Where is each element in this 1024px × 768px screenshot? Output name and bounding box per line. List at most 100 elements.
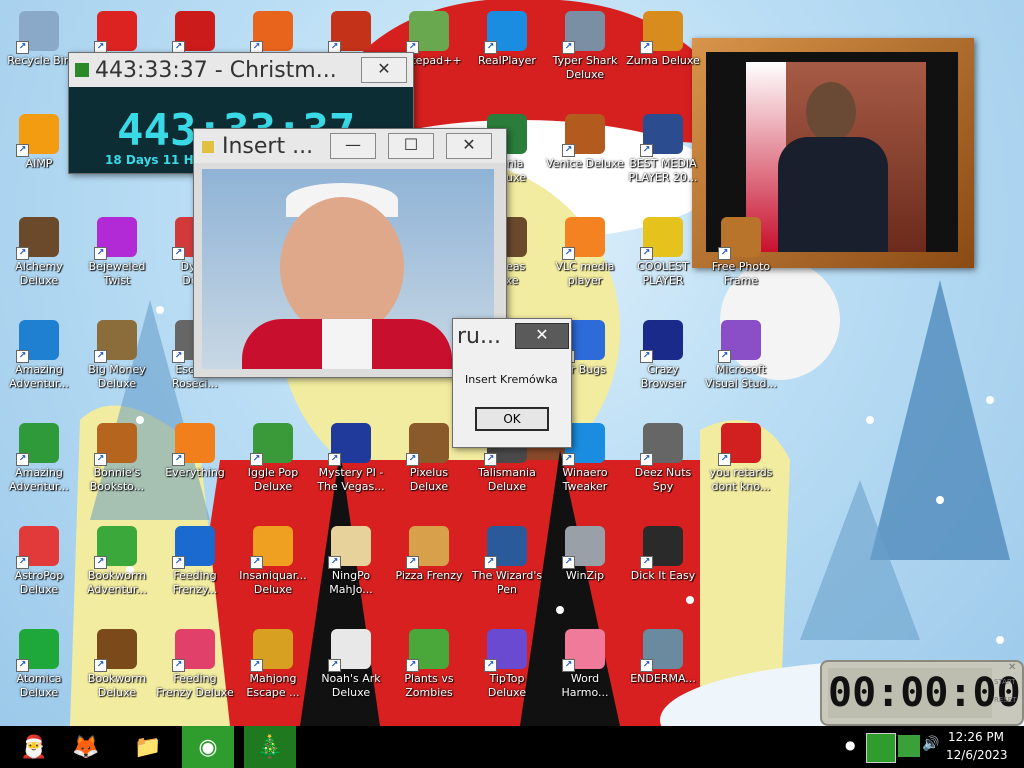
- red-creature-icon: ↗: [172, 11, 215, 54]
- desktop-icon-label: Alchemy Deluxe: [15, 260, 63, 287]
- insert-close-button[interactable]: ✕: [446, 133, 492, 159]
- desktop-icon[interactable]: ↗ Dick It Easy: [624, 520, 702, 618]
- shortcut-arrow-icon: ↗: [562, 247, 575, 260]
- desktop-icon[interactable]: ↗ The Wizard's Pen: [468, 520, 546, 618]
- shortcut-arrow-icon: ↗: [16, 350, 29, 363]
- desktop-icon[interactable]: ↗ Typer Shark Deluxe: [546, 5, 624, 103]
- desktop-icon[interactable]: ↗ Alchemy Deluxe: [0, 211, 78, 309]
- ok-button[interactable]: OK: [475, 407, 549, 431]
- message-title-bar[interactable]: ru... ✕: [453, 319, 571, 353]
- desktop-icon[interactable]: ↗ Word Harmo...: [546, 623, 624, 721]
- desktop-icon[interactable]: ↗ Everything: [156, 417, 234, 515]
- desktop-icon[interactable]: ↗ Venice Deluxe: [546, 108, 624, 206]
- taskbar-firefox-icon[interactable]: 🦊: [60, 726, 112, 768]
- desktop-icon[interactable]: ↗ Atomica Deluxe: [0, 623, 78, 721]
- desktop-icon[interactable]: ↗ Deez Nuts Spy: [624, 417, 702, 515]
- desktop-icon-label: Talismania Deluxe: [478, 466, 536, 493]
- shortcut-arrow-icon: ↗: [16, 247, 29, 260]
- bookworm-adventures-icon: ↗: [94, 526, 137, 569]
- tray-show-desktop-dot[interactable]: ●: [845, 738, 855, 752]
- desktop-icon[interactable]: ↗ Mahjong Escape ...: [234, 623, 312, 721]
- tray-security-icon[interactable]: [866, 733, 896, 763]
- desktop-icon[interactable]: ↗ RealPlayer: [468, 5, 546, 103]
- insert-minimize-button[interactable]: —: [330, 133, 376, 159]
- desktop-icon[interactable]: ↗ Feeding Frenzy...: [156, 520, 234, 618]
- desktop-icon-label: VLC media player: [555, 260, 615, 287]
- shortcut-arrow-icon: ↗: [16, 41, 29, 54]
- desktop-icon[interactable]: ↗ Amazing Adventur...: [0, 417, 78, 515]
- tray-network-icon[interactable]: [898, 735, 920, 757]
- countdown-close-button[interactable]: ✕: [361, 57, 407, 83]
- countdown-title-bar[interactable]: 443:33:37 - Christm... ✕: [69, 53, 413, 87]
- stopwatch-close-button[interactable]: ✕: [1008, 662, 1016, 673]
- taskbar-chrome-icon[interactable]: ◉: [182, 726, 234, 768]
- insert-maximize-button[interactable]: ☐: [388, 133, 434, 159]
- desktop-icon-label: BEST MEDIA PLAYER 20...: [628, 157, 698, 184]
- desktop-icon[interactable]: ↗ Feeding Frenzy Deluxe: [156, 623, 234, 721]
- desktop-icon[interactable]: ↗ VLC media player: [546, 211, 624, 309]
- stopwatch-reset-button[interactable]: RESET: [994, 696, 1016, 704]
- desktop-icon[interactable]: ↗ Crazy Browser: [624, 314, 702, 412]
- desktop-icon-label: Free Photo Frame: [711, 260, 771, 287]
- desktop-icon[interactable]: ↗ NingPo MahJo...: [312, 520, 390, 618]
- start-button-santa-icon[interactable]: 🎅: [8, 726, 60, 768]
- desktop-icon[interactable]: ↗ ENDERMA...: [624, 623, 702, 721]
- insert-title-bar[interactable]: Insert ... — ☐ ✕: [194, 129, 506, 163]
- desktop-icon[interactable]: ↗ Big Money Deluxe: [78, 314, 156, 412]
- desktop-icon[interactable]: ↗ AstroPop Deluxe: [0, 520, 78, 618]
- desktop-icon[interactable]: ↗ Bejeweled Twist: [78, 211, 156, 309]
- desktop-icon[interactable]: ↗ Mystery PI - The Vegas...: [312, 417, 390, 515]
- desktop-icon[interactable]: ↗ Iggle Pop Deluxe: [234, 417, 312, 515]
- bonnies-bookstore-icon: ↗: [94, 423, 137, 466]
- crazy-browser-icon: ↗: [640, 320, 683, 363]
- desktop-icon[interactable]: ↗ Free Photo Frame: [702, 211, 780, 309]
- desktop-icon[interactable]: ↗ Bonnie's Booksto...: [78, 417, 156, 515]
- desktop-icon[interactable]: ↗ Microsoft Visual Stud...: [702, 314, 780, 412]
- desktop-icon[interactable]: ↗ AIMP: [0, 108, 78, 206]
- desktop-icon-label: you retards dont kno...: [709, 466, 773, 493]
- desktop-icon[interactable]: ↗ Bookworm Deluxe: [78, 623, 156, 721]
- enderman-icon: ↗: [640, 629, 683, 672]
- desktop-icon[interactable]: ↗ Amazing Adventur...: [0, 314, 78, 412]
- coolest-player-icon: ↗: [640, 217, 683, 260]
- shortcut-arrow-icon: ↗: [172, 247, 185, 260]
- taskbar-file-explorer-icon[interactable]: 📁: [122, 726, 174, 768]
- desktop-icon[interactable]: ↗ Insaniquar... Deluxe: [234, 520, 312, 618]
- shortcut-arrow-icon: ↗: [250, 453, 263, 466]
- desktop-icon[interactable]: ↗ Noah's Ark Deluxe: [312, 623, 390, 721]
- desktop-icon[interactable]: ↗ Recycle Bin: [0, 5, 78, 103]
- winzip-icon: ↗: [562, 526, 605, 569]
- pixelus-icon: ↗: [406, 423, 449, 466]
- desktop-icon-label: Zuma Deluxe: [626, 54, 700, 67]
- shortcut-arrow-icon: ↗: [172, 659, 185, 672]
- insaniquarium-icon: ↗: [250, 526, 293, 569]
- feeding-frenzy-icon: ↗: [172, 526, 215, 569]
- desktop-icon-label: Noah's Ark Deluxe: [321, 672, 381, 699]
- tray-volume-icon[interactable]: 🔊: [922, 736, 939, 752]
- shortcut-arrow-icon: ↗: [94, 556, 107, 569]
- desktop-icon[interactable]: ↗ BEST MEDIA PLAYER 20...: [624, 108, 702, 206]
- clock-time[interactable]: 12:26 PM: [946, 730, 1006, 744]
- desktop-icon-label: AstroPop Deluxe: [14, 569, 64, 596]
- desktop-icon-label: Pizza Frenzy: [395, 569, 463, 582]
- desktop-icon[interactable]: ↗ Bookworm Adventur...: [78, 520, 156, 618]
- desktop-icon[interactable]: ↗ Pizza Frenzy: [390, 520, 468, 618]
- shortcut-arrow-icon: ↗: [172, 556, 185, 569]
- desktop-icon-label: NingPo MahJo...: [329, 569, 373, 596]
- desktop-icon[interactable]: ↗ TipTop Deluxe: [468, 623, 546, 721]
- shortcut-arrow-icon: ↗: [640, 350, 653, 363]
- desktop-icon[interactable]: ↗ WinZip: [546, 520, 624, 618]
- message-close-button[interactable]: ✕: [515, 323, 569, 349]
- stopwatch-start-button[interactable]: START: [994, 678, 1016, 686]
- shortcut-arrow-icon: ↗: [718, 247, 731, 260]
- desktop-icon[interactable]: ↗ Plants vs Zombies: [390, 623, 468, 721]
- message-dialog[interactable]: ru... ✕ Insert Kremówka OK: [452, 318, 572, 448]
- desktop-icon[interactable]: ↗ you retards dont kno...: [702, 417, 780, 515]
- taskbar-christmas-countdown-icon[interactable]: 🎄: [244, 726, 296, 768]
- shortcut-arrow-icon: ↗: [718, 350, 731, 363]
- desktop-icon[interactable]: ↗ Zuma Deluxe: [624, 5, 702, 103]
- shortcut-arrow-icon: ↗: [94, 350, 107, 363]
- desktop-icon[interactable]: ↗ COOLEST PLAYER: [624, 211, 702, 309]
- stopwatch-widget[interactable]: 00:00:00 START RESET ✕: [820, 660, 1024, 726]
- clock-date[interactable]: 12/6/2023: [946, 748, 1008, 762]
